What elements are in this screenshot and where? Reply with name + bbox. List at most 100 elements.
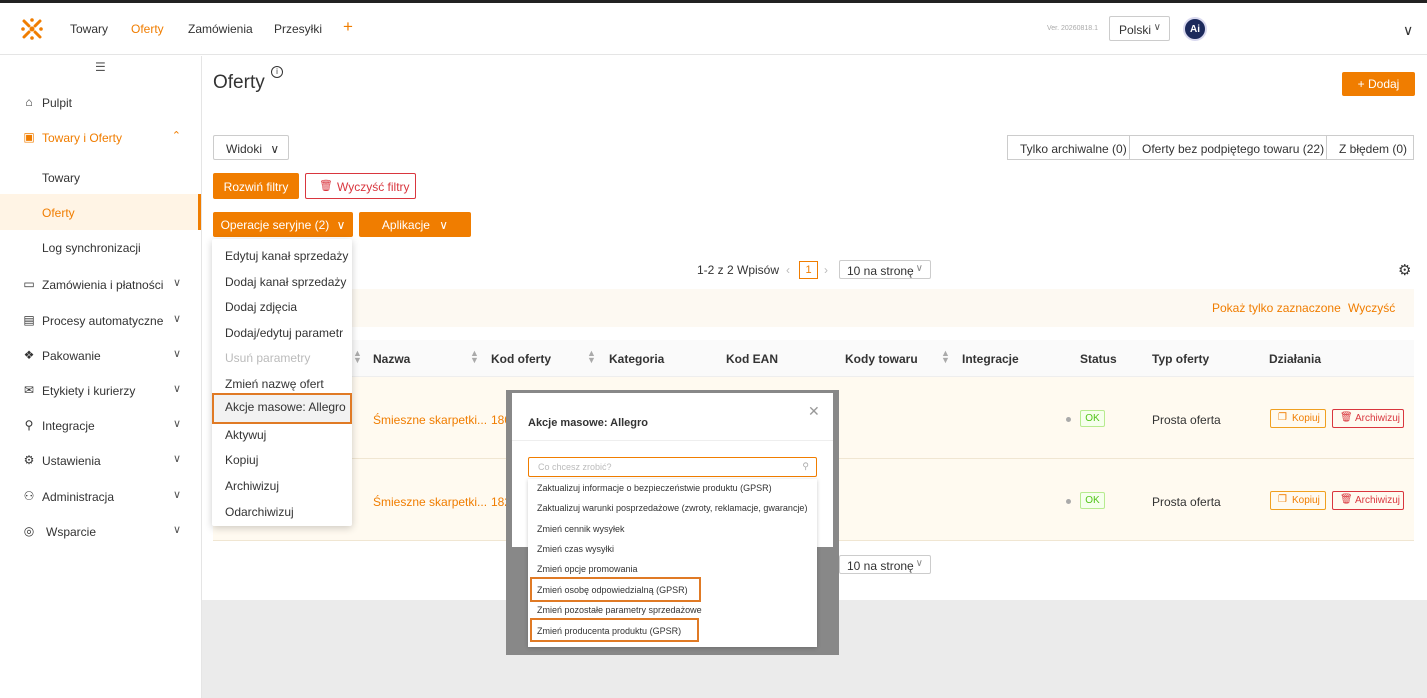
sidebar-item-towary-i-oferty[interactable]: ▣ Towary i Oferty ⌃	[0, 120, 201, 155]
menu-item-edit-param[interactable]: Dodaj/edytuj parametr	[212, 320, 352, 346]
applications-button[interactable]: Aplikacje ∨	[359, 212, 471, 237]
sidebar-subitem-towary[interactable]: Towary	[0, 159, 201, 194]
sidebar-subitem-oferty[interactable]: Oferty	[0, 194, 201, 230]
archive-button[interactable]: 🗑 Archiwizuj	[1332, 491, 1404, 510]
nav-oferty[interactable]: Oferty	[131, 22, 164, 36]
sidebar-item-zamowienia[interactable]: ▭ Zamówienia i płatności ∨	[0, 267, 201, 302]
sidebar-item-integracje[interactable]: ⚲ Integracje ∨	[0, 408, 201, 443]
next-page-icon[interactable]: ›	[824, 263, 828, 277]
top-border	[0, 0, 1427, 3]
nav-przesylki[interactable]: Przesyłki	[274, 22, 322, 36]
option-other-params[interactable]: Zmień pozostałe parametry sprzedażowe	[537, 605, 702, 615]
sort-icon[interactable]: ▲ ▼	[353, 349, 362, 365]
column-header[interactable]: Kod oferty	[491, 352, 551, 366]
menu-item-unarchive[interactable]: Odarchiwizuj	[212, 499, 352, 525]
menu-item-edit-channel[interactable]: Edytuj kanał sprzedaży	[212, 243, 352, 269]
sidebar-item-pulpit[interactable]: ⌂ Pulpit	[0, 85, 201, 120]
column-header[interactable]: Nazwa	[373, 352, 410, 366]
option-shipping-time[interactable]: Zmień czas wysyłki	[537, 544, 614, 554]
trash-icon: 🗑	[1340, 494, 1353, 505]
chevron-down-icon: ∨	[270, 142, 280, 156]
add-button[interactable]: + Dodaj	[1342, 72, 1415, 96]
views-dropdown[interactable]: Widoki ∨	[213, 135, 289, 160]
page-number[interactable]: 1	[799, 261, 818, 279]
chevron-down-icon: ∨	[172, 277, 181, 289]
filter-archived[interactable]: Tylko archiwalne (0)	[1007, 135, 1130, 160]
menu-item-add-channel[interactable]: Dodaj kanał sprzedaży	[212, 269, 352, 295]
sidebar-item-label: Ustawienia	[42, 454, 101, 468]
offer-name-link[interactable]: Śmieszne skarpetki...	[373, 495, 487, 509]
sort-icon[interactable]: ▲ ▼	[941, 349, 950, 365]
modal-search-placeholder: Co chcesz zrobić?	[538, 462, 612, 472]
option-promotion[interactable]: Zmień opcje promowania	[537, 564, 638, 574]
applications-label: Aplikacje	[381, 218, 430, 232]
chevron-down-icon: ∨	[172, 418, 181, 430]
menu-item-archive[interactable]: Archiwizuj	[212, 473, 352, 499]
menu-collapse-icon[interactable]: ☰	[95, 60, 106, 74]
sidebar-item-label: Towary i Oferty	[42, 131, 123, 145]
per-page-select[interactable]: 10 na stronę ∨	[839, 260, 931, 279]
copy-icon: ❐	[1278, 412, 1287, 423]
show-selected-link[interactable]: Pokaż tylko zaznaczone	[1212, 301, 1341, 315]
chevron-down-icon: ∨	[172, 383, 181, 395]
option-aftersale[interactable]: Zaktualizuj warunki posprzedażowe (zwrot…	[537, 503, 807, 513]
menu-item-copy[interactable]: Kopiuj	[212, 447, 352, 473]
option-gpsr-safety[interactable]: Zaktualizuj informacje o bezpieczeństwie…	[537, 483, 772, 493]
boxes-icon: ❖	[23, 348, 35, 362]
option-responsible-person[interactable]: Zmień osobę odpowiedzialną (GPSR)	[537, 585, 688, 595]
menu-item-allegro-bulk[interactable]: Akcje masowe: Allegro	[212, 393, 352, 424]
menu-item-activate[interactable]: Aktywuj	[212, 422, 352, 448]
logo-icon[interactable]	[20, 17, 44, 41]
menu-item-remove-params: Usuń parametry	[225, 351, 311, 365]
nav-zamowienia[interactable]: Zamówienia	[188, 22, 253, 36]
filter-errors[interactable]: Z błędem (0)	[1326, 135, 1414, 160]
chevron-down-icon[interactable]: ∨	[1403, 22, 1413, 39]
sidebar-item-administracja[interactable]: ⚇ Administracja ∨	[0, 479, 201, 514]
option-producer[interactable]: Zmień producenta produktu (GPSR)	[537, 626, 681, 636]
column-header: Kod EAN	[726, 352, 778, 366]
option-shipping-rates[interactable]: Zmień cennik wysyłek	[537, 524, 625, 534]
folder-icon: ▭	[23, 277, 35, 291]
archive-label: Archiwizuj	[1355, 495, 1401, 506]
sidebar-item-etykiety[interactable]: ✉ Etykiety i kurierzy ∨	[0, 373, 201, 408]
modal-search-input[interactable]: Co chcesz zrobić? ⚲	[528, 457, 817, 477]
chevron-down-icon: ∨	[1153, 22, 1161, 33]
sidebar-item-wsparcie[interactable]: ◎ Wsparcie ∨	[0, 514, 201, 549]
language-select[interactable]: Polski ∨	[1109, 16, 1170, 41]
clear-selection-link[interactable]: Wyczyść	[1348, 301, 1395, 315]
clear-filters-label: Wyczyść filtry	[337, 180, 410, 194]
clear-filters-button[interactable]: 🗑 Wyczyść filtry	[305, 173, 416, 199]
prev-page-icon[interactable]: ‹	[786, 263, 790, 277]
info-icon[interactable]: i	[271, 66, 283, 78]
per-page-select-bottom[interactable]: 10 na stronę ∨	[839, 555, 931, 574]
archive-button[interactable]: 🗑 Archiwizuj	[1332, 409, 1404, 428]
expand-filters-button[interactable]: Rozwiń filtry	[213, 173, 299, 199]
filter-no-product[interactable]: Oferty bez podpiętego towaru (22)	[1129, 135, 1327, 160]
version-label: Ver. 20260818.1	[1047, 25, 1098, 32]
column-header[interactable]: Kody towaru	[845, 352, 918, 366]
nav-towary[interactable]: Towary	[70, 22, 108, 36]
sidebar-item-label: Pulpit	[42, 96, 73, 110]
menu-item-add-photos[interactable]: Dodaj zdjęcia	[212, 294, 352, 320]
sidebar-item-pakowanie[interactable]: ❖ Pakowanie ∨	[0, 338, 201, 373]
nav-add-icon[interactable]: +	[343, 17, 353, 37]
chevron-down-icon: ∨	[439, 218, 449, 232]
modal-title: Akcje masowe: Allegro	[528, 417, 649, 429]
language-value: Polski	[1119, 23, 1152, 37]
bulk-operations-button[interactable]: Operacje seryjne (2) ∨	[213, 212, 353, 237]
sort-icon[interactable]: ▲ ▼	[587, 349, 596, 365]
sort-icon[interactable]: ▲ ▼	[470, 349, 479, 365]
sidebar-item-label: Procesy automatyczne	[42, 314, 164, 328]
sidebar-subitem-log[interactable]: Log synchronizacji	[0, 229, 201, 264]
avatar[interactable]: Ai	[1183, 17, 1207, 41]
copy-button[interactable]: ❐ Kopiuj	[1270, 409, 1326, 428]
plus-icon: +	[1357, 77, 1368, 91]
close-icon[interactable]: ✕	[808, 403, 820, 420]
sidebar-item-ustawienia[interactable]: ⚙ Ustawienia ∨	[0, 443, 201, 478]
chevron-down-icon: ∨	[172, 453, 181, 465]
sidebar-item-procesy[interactable]: ▤ Procesy automatyczne ∨	[0, 303, 201, 338]
gear-icon[interactable]: ⚙	[1398, 261, 1411, 279]
offer-name-link[interactable]: Śmieszne skarpetki...	[373, 413, 487, 427]
chevron-down-icon: ∨	[336, 218, 346, 232]
copy-button[interactable]: ❐ Kopiuj	[1270, 491, 1326, 510]
